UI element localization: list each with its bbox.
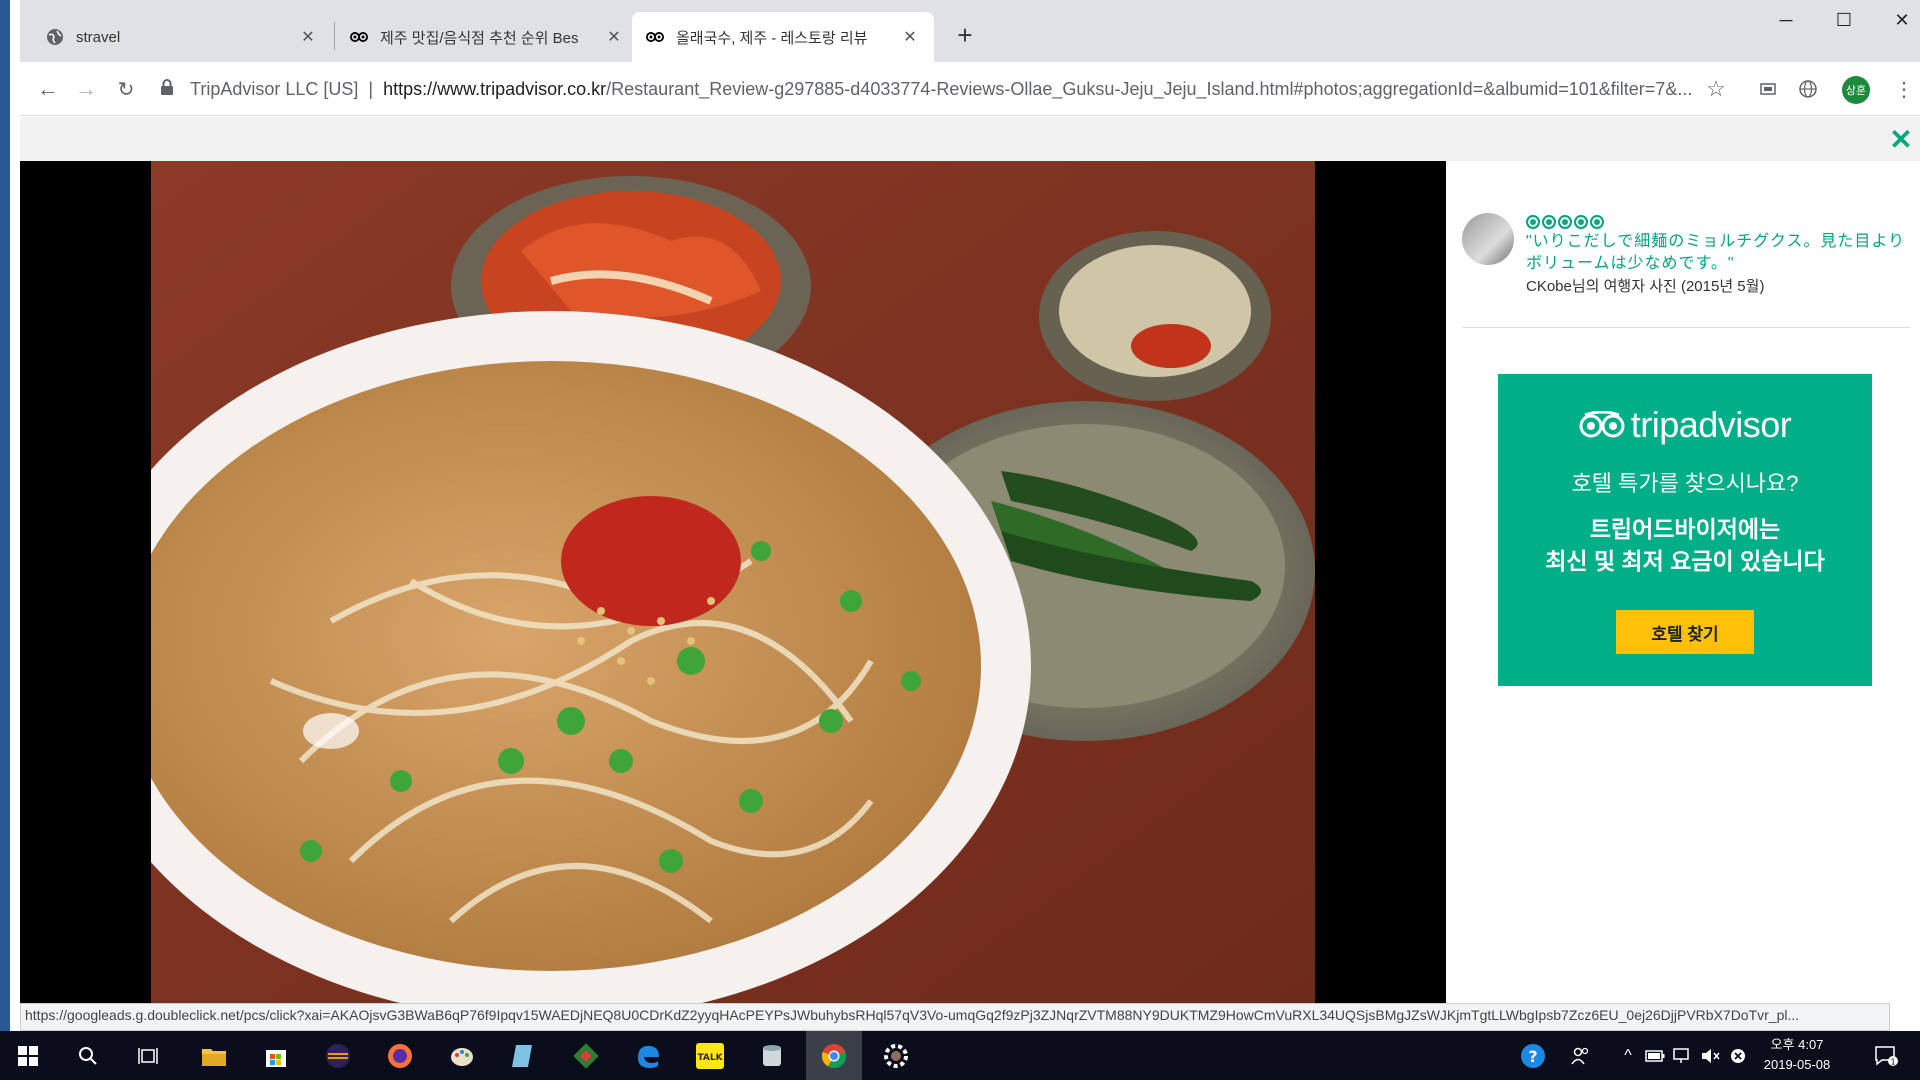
- tab-strip: stravel ✕ 제주 맛집/음식점 추천 순위 Bes ✕ 올래국수, 제주…: [20, 0, 1920, 62]
- tripadvisor-owl-icon: [1579, 411, 1625, 438]
- tab-title: 올래국수, 제주 - 레스토랑 리뷰: [676, 29, 868, 47]
- svg-text:1: 1: [1890, 1057, 1895, 1066]
- tab-title: stravel: [76, 28, 121, 46]
- lock-icon: [160, 78, 180, 100]
- browser-toolbar: ← → ↻ TripAdvisor LLC [US] | https://www…: [20, 62, 1920, 116]
- profile-avatar[interactable]: 상훈: [1842, 76, 1870, 104]
- divider: [1462, 327, 1910, 328]
- ad-body-line2: 최신 및 최저 요금이 있습니다: [1545, 548, 1825, 574]
- ad-headline: 호텔 특가를 찾으시나요?: [1571, 471, 1799, 496]
- paint-icon[interactable]: [434, 1031, 490, 1080]
- network-icon[interactable]: [1670, 1031, 1696, 1080]
- tripadvisor-icon: [646, 28, 664, 46]
- svg-text:?: ?: [1528, 1047, 1537, 1066]
- rating-bubble-icon: [1526, 215, 1540, 229]
- site-organization: TripAdvisor LLC [US]: [190, 78, 359, 99]
- database-app-icon[interactable]: [744, 1031, 800, 1080]
- maximize-button[interactable]: ☐: [1816, 0, 1872, 40]
- kakaotalk-icon[interactable]: TALK: [682, 1031, 738, 1080]
- photo-info-panel: "いりこだしで細麺のミョルチグクス。見た目よりボリュームは少なめです。" CKo…: [1446, 161, 1920, 1030]
- new-tab-button[interactable]: +: [950, 20, 980, 50]
- translate-globe-icon[interactable]: [1794, 75, 1822, 103]
- task-view-icon[interactable]: [120, 1031, 176, 1080]
- edge-icon[interactable]: [620, 1031, 676, 1080]
- brand-wordmark: tripadvisor: [1630, 404, 1792, 445]
- rating-bubbles: [1526, 215, 1604, 229]
- link-status-bubble: https://googleads.g.doubleclick.net/pcs/…: [20, 1003, 1890, 1031]
- bookmark-star-icon[interactable]: ☆: [1702, 75, 1730, 103]
- chrome-icon[interactable]: [806, 1031, 862, 1080]
- notepad-app-icon[interactable]: [496, 1031, 552, 1080]
- page-content: ✕ "いりこだしで細麺のミョルチグクス。見た目よりボリュームは少なめです。" C…: [20, 117, 1920, 1030]
- tab-ollae-guksu[interactable]: 올래국수, 제주 - 레스토랑 리뷰 ✕: [632, 12, 934, 62]
- noodle-soup-photo[interactable]: [151, 161, 1315, 1030]
- git-app-icon[interactable]: [558, 1031, 614, 1080]
- firefox-icon[interactable]: [372, 1031, 428, 1080]
- windows-logo-icon: [18, 1045, 38, 1066]
- clock-time: 오후 4:07: [1770, 1037, 1824, 1052]
- eclipse-icon[interactable]: [310, 1031, 366, 1080]
- find-hotels-button[interactable]: 호텔 찾기: [1616, 610, 1754, 654]
- minimize-button[interactable]: ─: [1758, 0, 1814, 40]
- start-button[interactable]: [0, 1031, 56, 1080]
- tripadvisor-logo: tripadvisor: [1498, 404, 1872, 446]
- file-explorer-icon[interactable]: [186, 1031, 242, 1080]
- tab-jeju-restaurants[interactable]: 제주 맛집/음식점 추천 순위 Bes ✕: [336, 12, 638, 62]
- tab-stravel[interactable]: stravel ✕: [32, 12, 332, 62]
- close-tab-icon[interactable]: ✕: [604, 27, 624, 47]
- reviewer-avatar[interactable]: [1462, 213, 1514, 265]
- tripadvisor-icon: [350, 28, 368, 46]
- settings-gear-app-icon[interactable]: [868, 1031, 924, 1080]
- rating-bubble-icon: [1558, 215, 1572, 229]
- close-overlay-button[interactable]: ✕: [1884, 117, 1918, 161]
- reload-icon[interactable]: ↻: [112, 75, 140, 103]
- clock-date: 2019-05-08: [1763, 1057, 1831, 1072]
- forward-icon[interactable]: →: [72, 75, 100, 103]
- tab-separator: [334, 22, 335, 50]
- address-bar[interactable]: TripAdvisor LLC [US] | https://www.tripa…: [160, 69, 1720, 109]
- browser-window: stravel ✕ 제주 맛집/음식점 추천 순위 Bes ✕ 올래국수, 제주…: [0, 0, 1920, 1080]
- help-icon[interactable]: ?: [1516, 1031, 1550, 1080]
- chevron-up-icon[interactable]: ^: [1616, 1031, 1640, 1080]
- review-title-link[interactable]: "いりこだしで細麺のミョルチグクス。見た目よりボリュームは少なめです。": [1526, 231, 1916, 275]
- rating-bubble-icon: [1542, 215, 1556, 229]
- photo-viewer: [20, 161, 1446, 1030]
- address-separator: |: [368, 78, 374, 99]
- rating-bubble-icon: [1590, 215, 1604, 229]
- rating-bubble-icon: [1574, 215, 1588, 229]
- back-icon[interactable]: ←: [34, 75, 62, 103]
- windows-taskbar: TALK ? ^ 오후 4:07 2019-05-08 1: [0, 1031, 1920, 1080]
- photo-credit: CKobe님의 여행자 사진 (2015년 5월): [1526, 278, 1765, 295]
- action-center-icon[interactable]: 1: [1862, 1031, 1910, 1080]
- close-window-button[interactable]: ✕: [1874, 0, 1920, 40]
- url-host: https://www.tripadvisor.co.kr: [383, 78, 607, 99]
- volume-icon[interactable]: [1698, 1031, 1724, 1080]
- tab-title: 제주 맛집/음식점 추천 순위 Bes: [380, 29, 579, 47]
- search-icon[interactable]: [60, 1031, 116, 1080]
- tripadvisor-hotel-ad[interactable]: tripadvisor 호텔 특가를 찾으시나요? 트립어드바이저에는 최신 및…: [1498, 374, 1872, 686]
- svg-text:TALK: TALK: [697, 1053, 723, 1063]
- ad-body-line1: 트립어드바이저에는: [1589, 516, 1781, 542]
- ime-close-icon[interactable]: [1726, 1031, 1750, 1080]
- system-clock[interactable]: 오후 4:07 2019-05-08: [1752, 1035, 1842, 1075]
- microsoft-store-icon[interactable]: [248, 1031, 304, 1080]
- close-tab-icon[interactable]: ✕: [298, 27, 318, 47]
- people-icon[interactable]: [1566, 1031, 1596, 1080]
- close-tab-icon[interactable]: ✕: [900, 27, 920, 47]
- photo-image: [151, 161, 1315, 1030]
- url-path: /Restaurant_Review-g297885-d4033774-Revi…: [606, 78, 1693, 99]
- globe-icon: [46, 28, 64, 46]
- battery-icon[interactable]: [1642, 1031, 1668, 1080]
- cast-icon[interactable]: [1754, 75, 1782, 103]
- menu-kebab-icon[interactable]: ⋮: [1890, 75, 1918, 103]
